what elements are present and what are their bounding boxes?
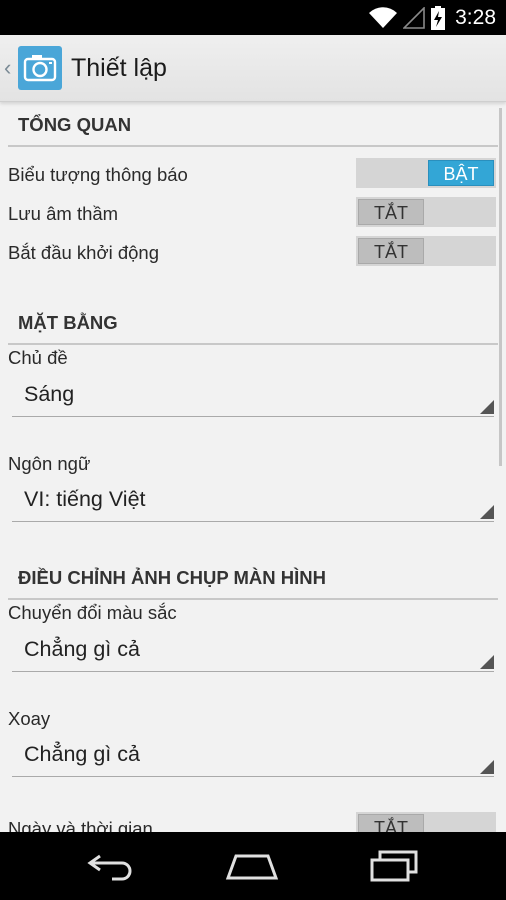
notification-icon-label: Biểu tượng thông báo	[8, 164, 188, 185]
rotate-label: Xoay	[8, 708, 51, 729]
color-conversion-label: Chuyển đổi màu sắc	[8, 602, 177, 623]
language-value: VI: tiếng Việt	[24, 487, 146, 511]
toggle-state: TẮT	[358, 199, 424, 225]
recents-button[interactable]	[364, 846, 424, 886]
clock: 3:28	[455, 5, 496, 29]
status-bar: 3:28	[0, 0, 506, 35]
scrollbar[interactable]	[499, 108, 502, 466]
battery-charging-icon	[431, 5, 446, 30]
rotate-spinner[interactable]: Chẳng gì cả	[12, 740, 494, 777]
color-conversion-spinner[interactable]: Chẳng gì cả	[12, 635, 494, 672]
start-on-boot-label: Bắt đầu khởi động	[8, 242, 159, 263]
back-icon	[87, 854, 132, 881]
navigation-bar	[0, 832, 506, 900]
section-header-screenshot: ĐIỀU CHỈNH ẢNH CHỤP MÀN HÌNH	[8, 560, 498, 600]
app-icon[interactable]	[18, 46, 62, 90]
toggle-state: TẮT	[358, 238, 424, 264]
page-title: Thiết lập	[71, 53, 167, 82]
theme-spinner[interactable]: Sáng	[12, 380, 494, 417]
section-header-overview: TỔNG QUAN	[8, 107, 498, 147]
silent-save-label: Lưu âm thầm	[8, 203, 119, 224]
chevron-left-icon[interactable]: ‹	[4, 55, 18, 81]
theme-value: Sáng	[24, 382, 75, 406]
recents-icon	[370, 850, 418, 882]
toggle-state: TẮT	[358, 814, 424, 832]
home-button[interactable]	[222, 846, 282, 886]
notification-icon-toggle[interactable]: BẬT	[356, 158, 496, 188]
theme-label: Chủ đề	[8, 347, 68, 368]
silent-save-toggle[interactable]: TẮT	[356, 197, 496, 227]
home-icon	[225, 854, 279, 880]
signal-icon	[403, 6, 425, 29]
settings-list[interactable]: TỔNG QUAN Biểu tượng thông báo BẬT Lưu â…	[0, 102, 506, 832]
dropdown-triangle-icon	[480, 400, 494, 414]
back-button[interactable]	[82, 846, 142, 886]
date-time-label: Ngày và thời gian	[8, 818, 153, 832]
toggle-state: BẬT	[428, 160, 494, 186]
dropdown-triangle-icon	[480, 505, 494, 519]
color-conversion-value: Chẳng gì cả	[24, 637, 140, 661]
date-time-toggle[interactable]: TẮT	[356, 812, 496, 832]
camera-icon	[23, 55, 57, 82]
dropdown-triangle-icon	[480, 760, 494, 774]
wifi-icon	[369, 6, 398, 28]
language-label: Ngôn ngữ	[8, 453, 91, 474]
dropdown-triangle-icon	[480, 655, 494, 669]
language-spinner[interactable]: VI: tiếng Việt	[12, 485, 494, 522]
rotate-value: Chẳng gì cả	[24, 742, 140, 766]
action-bar: ‹ Thiết lập	[0, 35, 506, 102]
start-on-boot-toggle[interactable]: TẮT	[356, 236, 496, 266]
status-icons: 3:28	[369, 5, 496, 30]
section-header-layout: MẶT BẰNG	[8, 305, 498, 345]
